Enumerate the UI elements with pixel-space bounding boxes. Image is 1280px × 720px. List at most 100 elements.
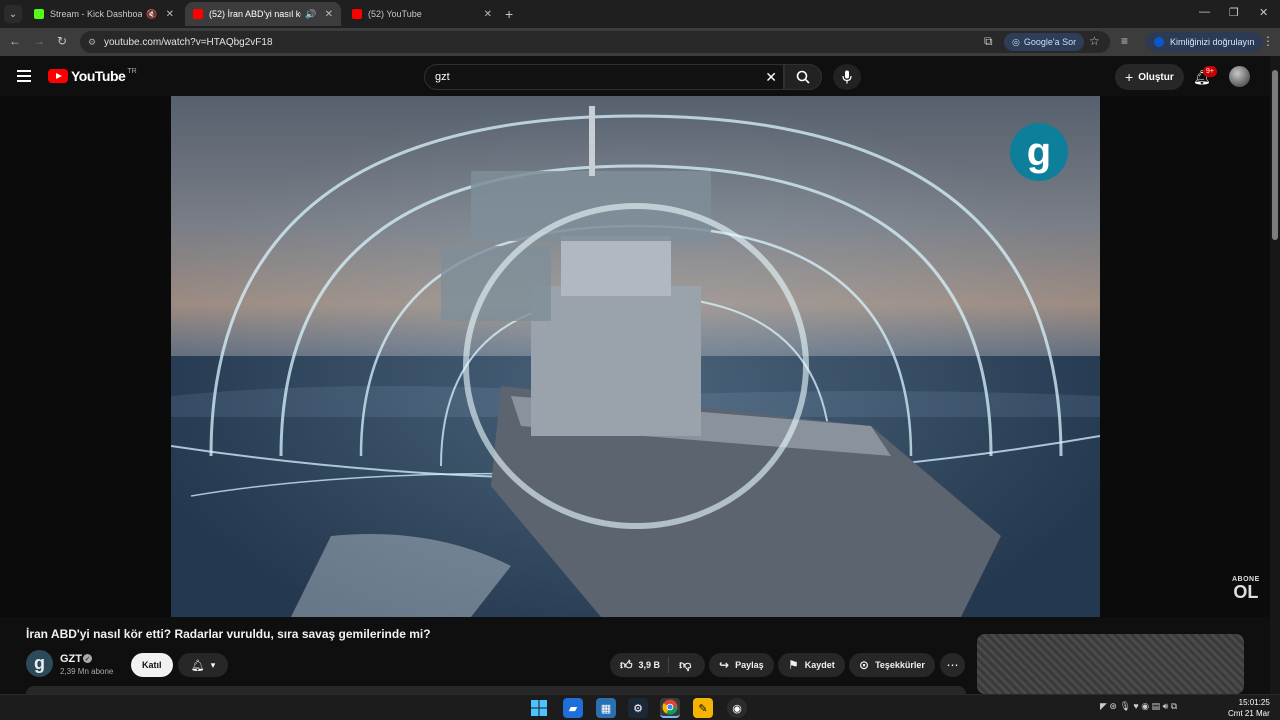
join-button[interactable]: Katıl — [131, 653, 173, 677]
sticky-app-icon[interactable]: ✎ — [693, 698, 713, 718]
tab-current-video[interactable]: (52) İran ABD'yi nasıl kör etti 🔊 ✕ — [185, 2, 341, 26]
thumbs-down-icon: 👎︎ — [679, 657, 692, 672]
close-window-button[interactable]: ✕ — [1259, 6, 1268, 19]
dislike-button[interactable]: 👎︎ — [669, 658, 701, 673]
share-label: Paylaş — [735, 660, 764, 670]
profile-dot-icon — [1154, 37, 1164, 47]
tab-close-icon[interactable]: ✕ — [325, 9, 333, 20]
create-button[interactable]: + Oluştur — [1115, 64, 1184, 90]
tab-title: (52) YouTube — [368, 9, 422, 19]
install-app-icon[interactable]: ⧉ — [984, 34, 993, 49]
browser-menu-icon[interactable]: ⋮ — [1262, 34, 1274, 48]
youtube-logo[interactable]: YouTube TR — [48, 68, 137, 84]
related-video-card[interactable] — [977, 634, 1244, 694]
photos-app-icon[interactable]: ▦ — [596, 698, 616, 718]
tab-muted-icon[interactable]: 🔇 — [146, 9, 157, 20]
verified-check-icon: ✓ — [83, 654, 92, 663]
lens-icon: ◎ — [1012, 36, 1020, 47]
like-dislike-group: 👍︎ 3,9 B 👎︎ — [610, 653, 705, 677]
obs-studio-icon[interactable]: ◉ — [727, 698, 747, 718]
google-ask-label: Google'a Sor — [1023, 37, 1077, 47]
thumbs-up-icon: 👍︎ — [620, 657, 633, 672]
thanks-label: Teşekkürler — [875, 660, 925, 670]
description-box[interactable] — [26, 686, 966, 694]
country-code: TR — [127, 67, 137, 75]
new-tab-button[interactable]: + — [505, 6, 513, 22]
search-query: gzt — [435, 71, 450, 83]
video-player[interactable]: g ABONE OL — [0, 96, 1270, 617]
browser-tab-strip: ⌄ Stream - Kick Dashboard 🔇 ✕ (52) İran … — [0, 0, 1280, 28]
media-controls-icon[interactable]: ≡ — [1121, 34, 1128, 48]
youtube-favicon-icon — [193, 9, 203, 19]
microphone-icon — [842, 70, 852, 84]
share-arrow-icon: ↪ — [719, 658, 730, 672]
search-input[interactable]: gzt ✕ — [424, 64, 784, 90]
like-button[interactable]: 👍︎ 3,9 B — [610, 657, 670, 673]
windows-start-icon[interactable] — [529, 698, 549, 718]
tab-close-icon[interactable]: ✕ — [166, 9, 174, 20]
like-count: 3,9 B — [638, 660, 661, 670]
tab-title: (52) İran ABD'yi nasıl kör etti — [209, 9, 301, 19]
channel-watermark-icon[interactable]: g — [1010, 123, 1068, 181]
tab-kick-dashboard[interactable]: Stream - Kick Dashboard 🔇 ✕ — [26, 2, 182, 26]
super-thanks-icon: ⊙ — [859, 658, 870, 672]
scrollbar-thumb[interactable] — [1272, 70, 1278, 240]
clock-time: 15:01:25 — [1238, 698, 1270, 707]
clear-search-icon[interactable]: ✕ — [765, 69, 777, 86]
kick-favicon-icon — [34, 9, 44, 19]
windows-taskbar: ▰ ▦ ⚙ ✎ ◉ ◤ ⊛ 🎙︎ ♥ ◉ ▤ 🔊︎ ⧉ 15:01:25 Cmt… — [0, 694, 1280, 720]
youtube-header: YouTube TR gzt ✕ + Oluştur 🔔︎ 9+ — [0, 56, 1270, 96]
tab-search-button[interactable]: ⌄ — [4, 5, 22, 23]
reload-button[interactable]: ↻ — [57, 34, 67, 48]
minimize-button[interactable]: — — [1199, 6, 1210, 18]
plus-icon: + — [1125, 69, 1134, 85]
file-explorer-icon[interactable]: ▰ — [563, 698, 583, 718]
video-thumbnail-image — [171, 96, 1100, 617]
site-info-icon[interactable]: ⚙ — [88, 37, 98, 47]
identity-label: Kimliğinizi doğrulayın — [1170, 37, 1255, 47]
video-frame[interactable] — [171, 96, 1100, 617]
share-button[interactable]: ↪ Paylaş — [709, 653, 774, 677]
youtube-play-icon — [48, 69, 68, 83]
tab-close-icon[interactable]: ✕ — [484, 9, 492, 20]
subscription-bell-button[interactable]: 🔔︎ ▾ — [178, 653, 228, 677]
restore-button[interactable]: ❐ — [1229, 6, 1239, 19]
url-text: youtube.com/watch?v=HTAQbg2vF18 — [104, 36, 273, 48]
steam-icon[interactable]: ⚙ — [628, 698, 648, 718]
save-button[interactable]: ⚑ Kaydet — [778, 653, 845, 677]
tab-audio-icon[interactable]: 🔊 — [305, 9, 316, 20]
youtube-favicon-icon — [352, 9, 362, 19]
taskbar-clock[interactable]: 15:01:25 Cmt 21 Mar — [1228, 697, 1270, 719]
browser-toolbar: ← → ↻ ⚙ youtube.com/watch?v=HTAQbg2vF18 … — [0, 28, 1280, 56]
forward-button[interactable]: → — [33, 34, 45, 48]
tab-youtube-home[interactable]: (52) YouTube ✕ — [344, 2, 500, 26]
video-title: İran ABD'yi nasıl kör etti? Radarlar vur… — [26, 627, 431, 641]
tray-icons[interactable]: ◤ ⊛ 🎙︎ ♥ ◉ ▤ 🔊︎ ⧉ — [1100, 701, 1177, 712]
subscribe-overlay[interactable]: ABONE OL — [1232, 576, 1260, 601]
channel-subscribers: 2,39 Mn abone — [60, 667, 114, 676]
tab-title: Stream - Kick Dashboard — [50, 9, 143, 19]
page-scrollbar[interactable] — [1270, 56, 1280, 694]
thanks-button[interactable]: ⊙ Teşekkürler — [849, 653, 935, 677]
notification-badge: 9+ — [1203, 66, 1217, 77]
voice-search-button[interactable] — [833, 64, 861, 90]
chevron-down-icon: ▾ — [210, 659, 216, 670]
back-button[interactable]: ← — [9, 34, 21, 48]
address-bar[interactable]: ⚙ youtube.com/watch?v=HTAQbg2vF18 — [80, 31, 1110, 53]
menu-icon[interactable] — [17, 70, 31, 82]
account-avatar[interactable] — [1229, 66, 1250, 87]
identity-verify-button[interactable]: Kimliğinizi doğrulayın — [1146, 32, 1263, 52]
create-label: Oluştur — [1138, 71, 1174, 83]
bookmark-star-icon[interactable]: ☆ — [1089, 34, 1100, 48]
subscribe-overlay-big: OL — [1233, 582, 1259, 602]
search-button[interactable] — [784, 64, 822, 90]
chrome-icon[interactable] — [660, 698, 680, 718]
search-icon — [796, 70, 810, 84]
google-ask-button[interactable]: ◎ Google'a Sor — [1004, 33, 1085, 51]
logo-wordmark: YouTube — [71, 68, 126, 84]
channel-name[interactable]: GZT — [60, 653, 82, 665]
more-actions-icon[interactable]: ⋯ — [940, 653, 965, 677]
save-label: Kaydet — [804, 660, 835, 670]
channel-avatar[interactable]: g — [26, 650, 53, 677]
clock-date: Cmt 21 Mar — [1228, 709, 1270, 718]
